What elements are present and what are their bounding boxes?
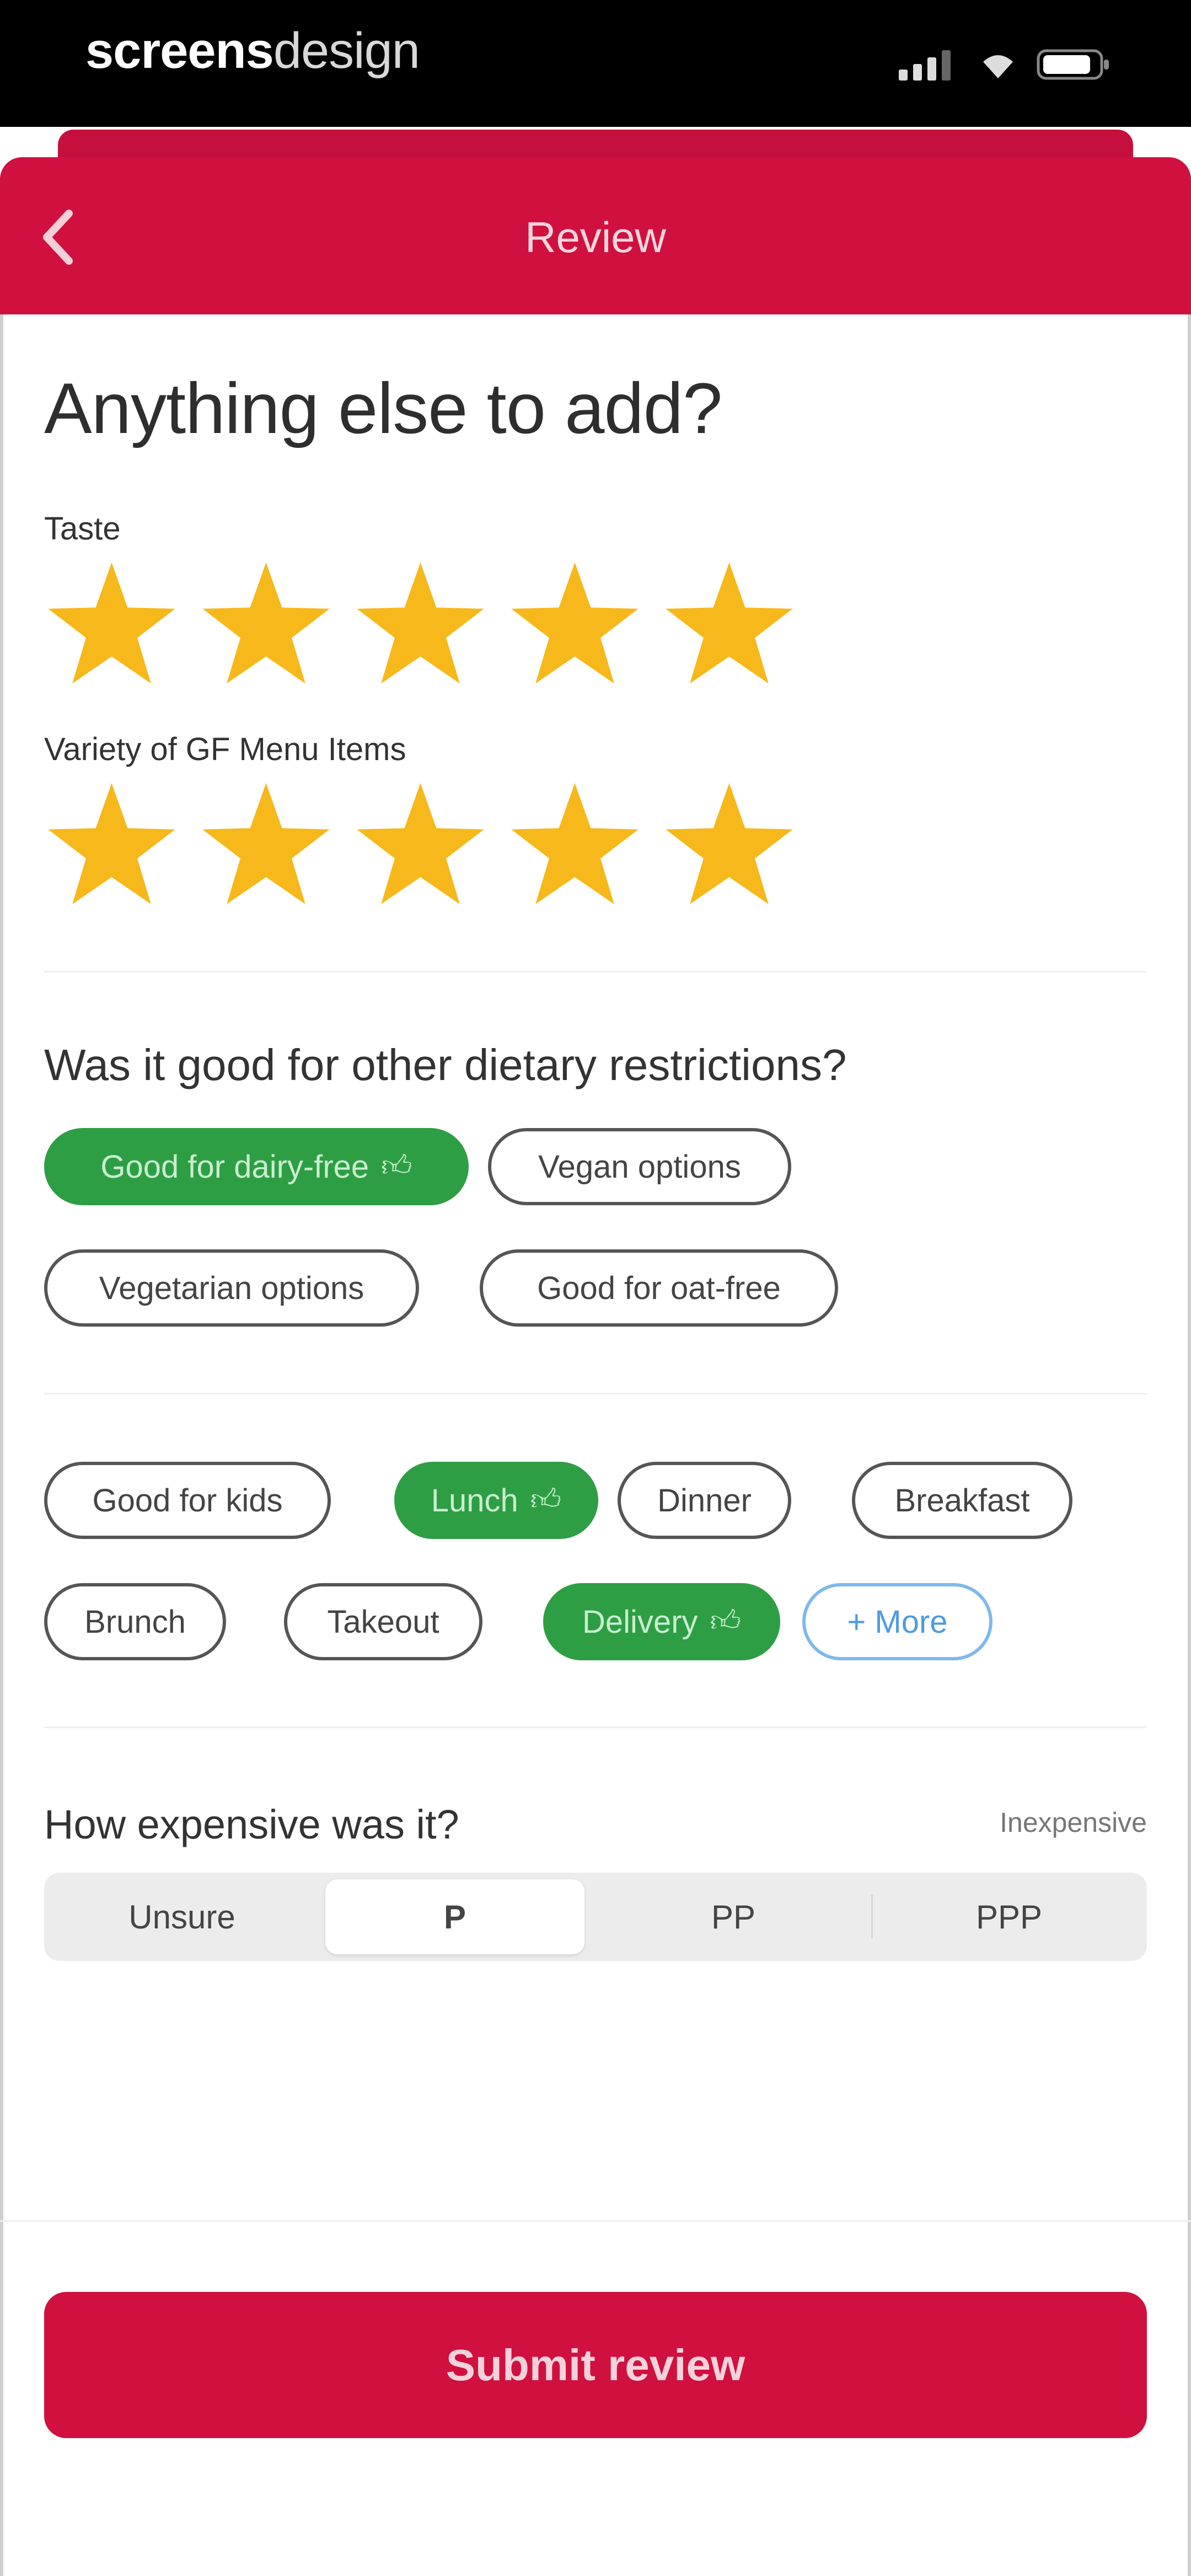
price-option-unsure[interactable]: Unsure (44, 1873, 320, 1961)
chip-label: Dinner (657, 1482, 752, 1519)
dietary-question: Was it good for other dietary restrictio… (44, 1040, 847, 1089)
star-icon[interactable] (507, 557, 642, 692)
star-icon[interactable] (44, 778, 179, 913)
footer-divider (0, 2220, 1191, 2222)
chip-label: Breakfast (894, 1482, 1030, 1519)
submit-review-button[interactable]: Submit review (44, 2292, 1147, 2438)
chip-label: Vegetarian options (99, 1270, 364, 1306)
page-title: Anything else to add? (44, 368, 722, 448)
header-title: Review (525, 213, 666, 261)
chip-vegan[interactable]: Vegan options (488, 1128, 791, 1205)
chip-label: Takeout (327, 1604, 439, 1640)
brand-watermark: screensdesign (85, 22, 420, 80)
page-border-right (1188, 314, 1191, 2576)
thumbs-up-icon: 👍︎ (710, 1605, 741, 1638)
price-option-ppp[interactable]: PPP (871, 1873, 1147, 1961)
battery-icon (1037, 49, 1109, 80)
price-option-p[interactable]: P (325, 1879, 584, 1954)
price-hint: Inexpensive (1000, 1807, 1147, 1838)
star-icon[interactable] (507, 778, 642, 913)
chip-label: Lunch (431, 1482, 518, 1519)
rating-label-variety: Variety of GF Menu Items (44, 731, 406, 767)
signal-icon (899, 50, 951, 81)
chip-label: + More (847, 1604, 948, 1640)
chip-label: Brunch (84, 1604, 186, 1640)
chip-delivery[interactable]: Delivery 👍︎ (543, 1583, 780, 1660)
more-tags-button[interactable]: + More (802, 1583, 993, 1660)
chip-dairy-free[interactable]: Good for dairy-free 👍︎ (44, 1128, 469, 1205)
divider (44, 1393, 1147, 1394)
rating-label-taste: Taste (44, 511, 121, 547)
price-question: How expensive was it? (44, 1802, 459, 1847)
star-rating-variety[interactable] (44, 778, 797, 913)
wifi-icon (983, 55, 1013, 78)
star-icon[interactable] (353, 778, 488, 913)
chip-dinner[interactable]: Dinner (618, 1462, 791, 1539)
thumbs-up-icon: 👍︎ (381, 1150, 412, 1183)
star-rating-taste[interactable] (44, 557, 797, 692)
star-icon[interactable] (353, 557, 488, 692)
chip-label: Good for dairy-free (100, 1148, 369, 1185)
price-segmented-control: Unsure P PP PPP (44, 1873, 1147, 1961)
chip-oat-free[interactable]: Good for oat-free (480, 1249, 838, 1327)
chip-brunch[interactable]: Brunch (44, 1583, 226, 1660)
star-icon[interactable] (198, 557, 334, 692)
chip-vegetarian[interactable]: Vegetarian options (44, 1249, 419, 1327)
chip-label: Good for kids (92, 1482, 283, 1519)
chip-good-for-kids[interactable]: Good for kids (44, 1462, 331, 1539)
brand-bold: screens (85, 23, 274, 79)
page-border-left (0, 314, 3, 2576)
brand-light: design (273, 23, 420, 79)
star-icon[interactable] (44, 557, 179, 692)
chip-label: Delivery (582, 1604, 698, 1640)
divider (44, 1727, 1147, 1728)
star-icon[interactable] (662, 778, 797, 913)
chip-breakfast[interactable]: Breakfast (852, 1462, 1072, 1539)
chip-lunch[interactable]: Lunch 👍︎ (394, 1462, 598, 1539)
divider (44, 971, 1147, 972)
price-option-pp[interactable]: PP (596, 1873, 871, 1961)
star-icon[interactable] (662, 557, 797, 692)
star-icon[interactable] (198, 778, 334, 913)
chip-label: Vegan options (538, 1148, 741, 1185)
thumbs-up-icon: 👍︎ (530, 1483, 562, 1516)
chip-label: Good for oat-free (537, 1270, 781, 1306)
chip-takeout[interactable]: Takeout (284, 1583, 482, 1660)
